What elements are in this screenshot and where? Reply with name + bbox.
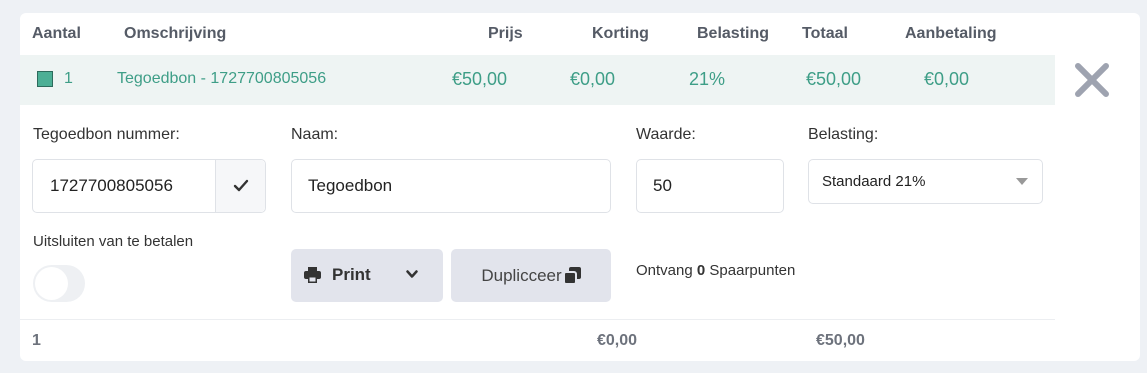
footer-divider [20, 319, 1055, 320]
duplicate-label: Duplicceer [481, 265, 562, 285]
header-omschrijving: Omschrijving [124, 25, 227, 42]
voucher-number-label: Tegoedbon nummer: [33, 126, 180, 143]
caret-down-icon [1016, 178, 1028, 185]
row-omschrijving[interactable]: Tegoedbon - 1727700805056 [117, 70, 326, 88]
name-label: Naam: [291, 126, 339, 143]
header-belasting: Belasting [697, 25, 770, 42]
exclude-payment-label: Uitsluiten van te betalen [33, 233, 194, 250]
header-aanbetaling: Aanbetaling [905, 25, 997, 42]
exclude-payment-toggle[interactable] [33, 265, 85, 302]
tax-label: Belasting: [808, 126, 879, 143]
row-aanbetaling: €0,00 [924, 69, 970, 89]
header-korting: Korting [592, 25, 649, 42]
close-icon[interactable] [1073, 61, 1111, 99]
print-button[interactable]: Print [291, 249, 443, 302]
header-aantal: Aantal [32, 25, 81, 42]
row-prijs: €50,00 [452, 69, 508, 89]
toggle-knob [35, 267, 68, 300]
tax-select[interactable]: Standaard 21% [808, 159, 1043, 204]
duplicate-button[interactable]: Duplicceer [451, 249, 611, 302]
header-prijs: Prijs [488, 25, 523, 42]
print-icon [304, 267, 321, 283]
footer-discount-total: €0,00 [597, 332, 638, 349]
voucher-number-field[interactable]: 1727700805056 [33, 176, 215, 196]
print-label: Print [332, 265, 371, 284]
savings-points-text: Ontvang 0 Spaarpunten [636, 262, 795, 279]
row-aantal: 1 [64, 70, 73, 87]
chevron-down-icon [406, 270, 418, 278]
value-label: Waarde: [636, 126, 696, 143]
footer-count: 1 [32, 332, 41, 349]
points-suffix: Spaarpunten [709, 262, 796, 279]
voucher-number-group: 1727700805056 [32, 159, 266, 213]
points-prefix: Ontvang [636, 262, 693, 279]
tax-select-value: Standaard 21% [822, 173, 926, 190]
check-icon [233, 179, 248, 192]
row-belasting: 21% [689, 69, 726, 89]
value-field[interactable]: 50 [636, 159, 784, 213]
row-color-checkbox[interactable] [37, 71, 53, 87]
header-totaal: Totaal [802, 25, 848, 42]
row-totaal: €50,00 [806, 69, 862, 89]
points-value: 0 [696, 262, 706, 279]
confirm-voucher-button[interactable] [215, 160, 265, 212]
name-field[interactable]: Tegoedbon [291, 159, 611, 213]
row-korting: €0,00 [570, 69, 616, 89]
footer-grand-total: €50,00 [816, 332, 865, 349]
copy-icon [563, 267, 581, 284]
